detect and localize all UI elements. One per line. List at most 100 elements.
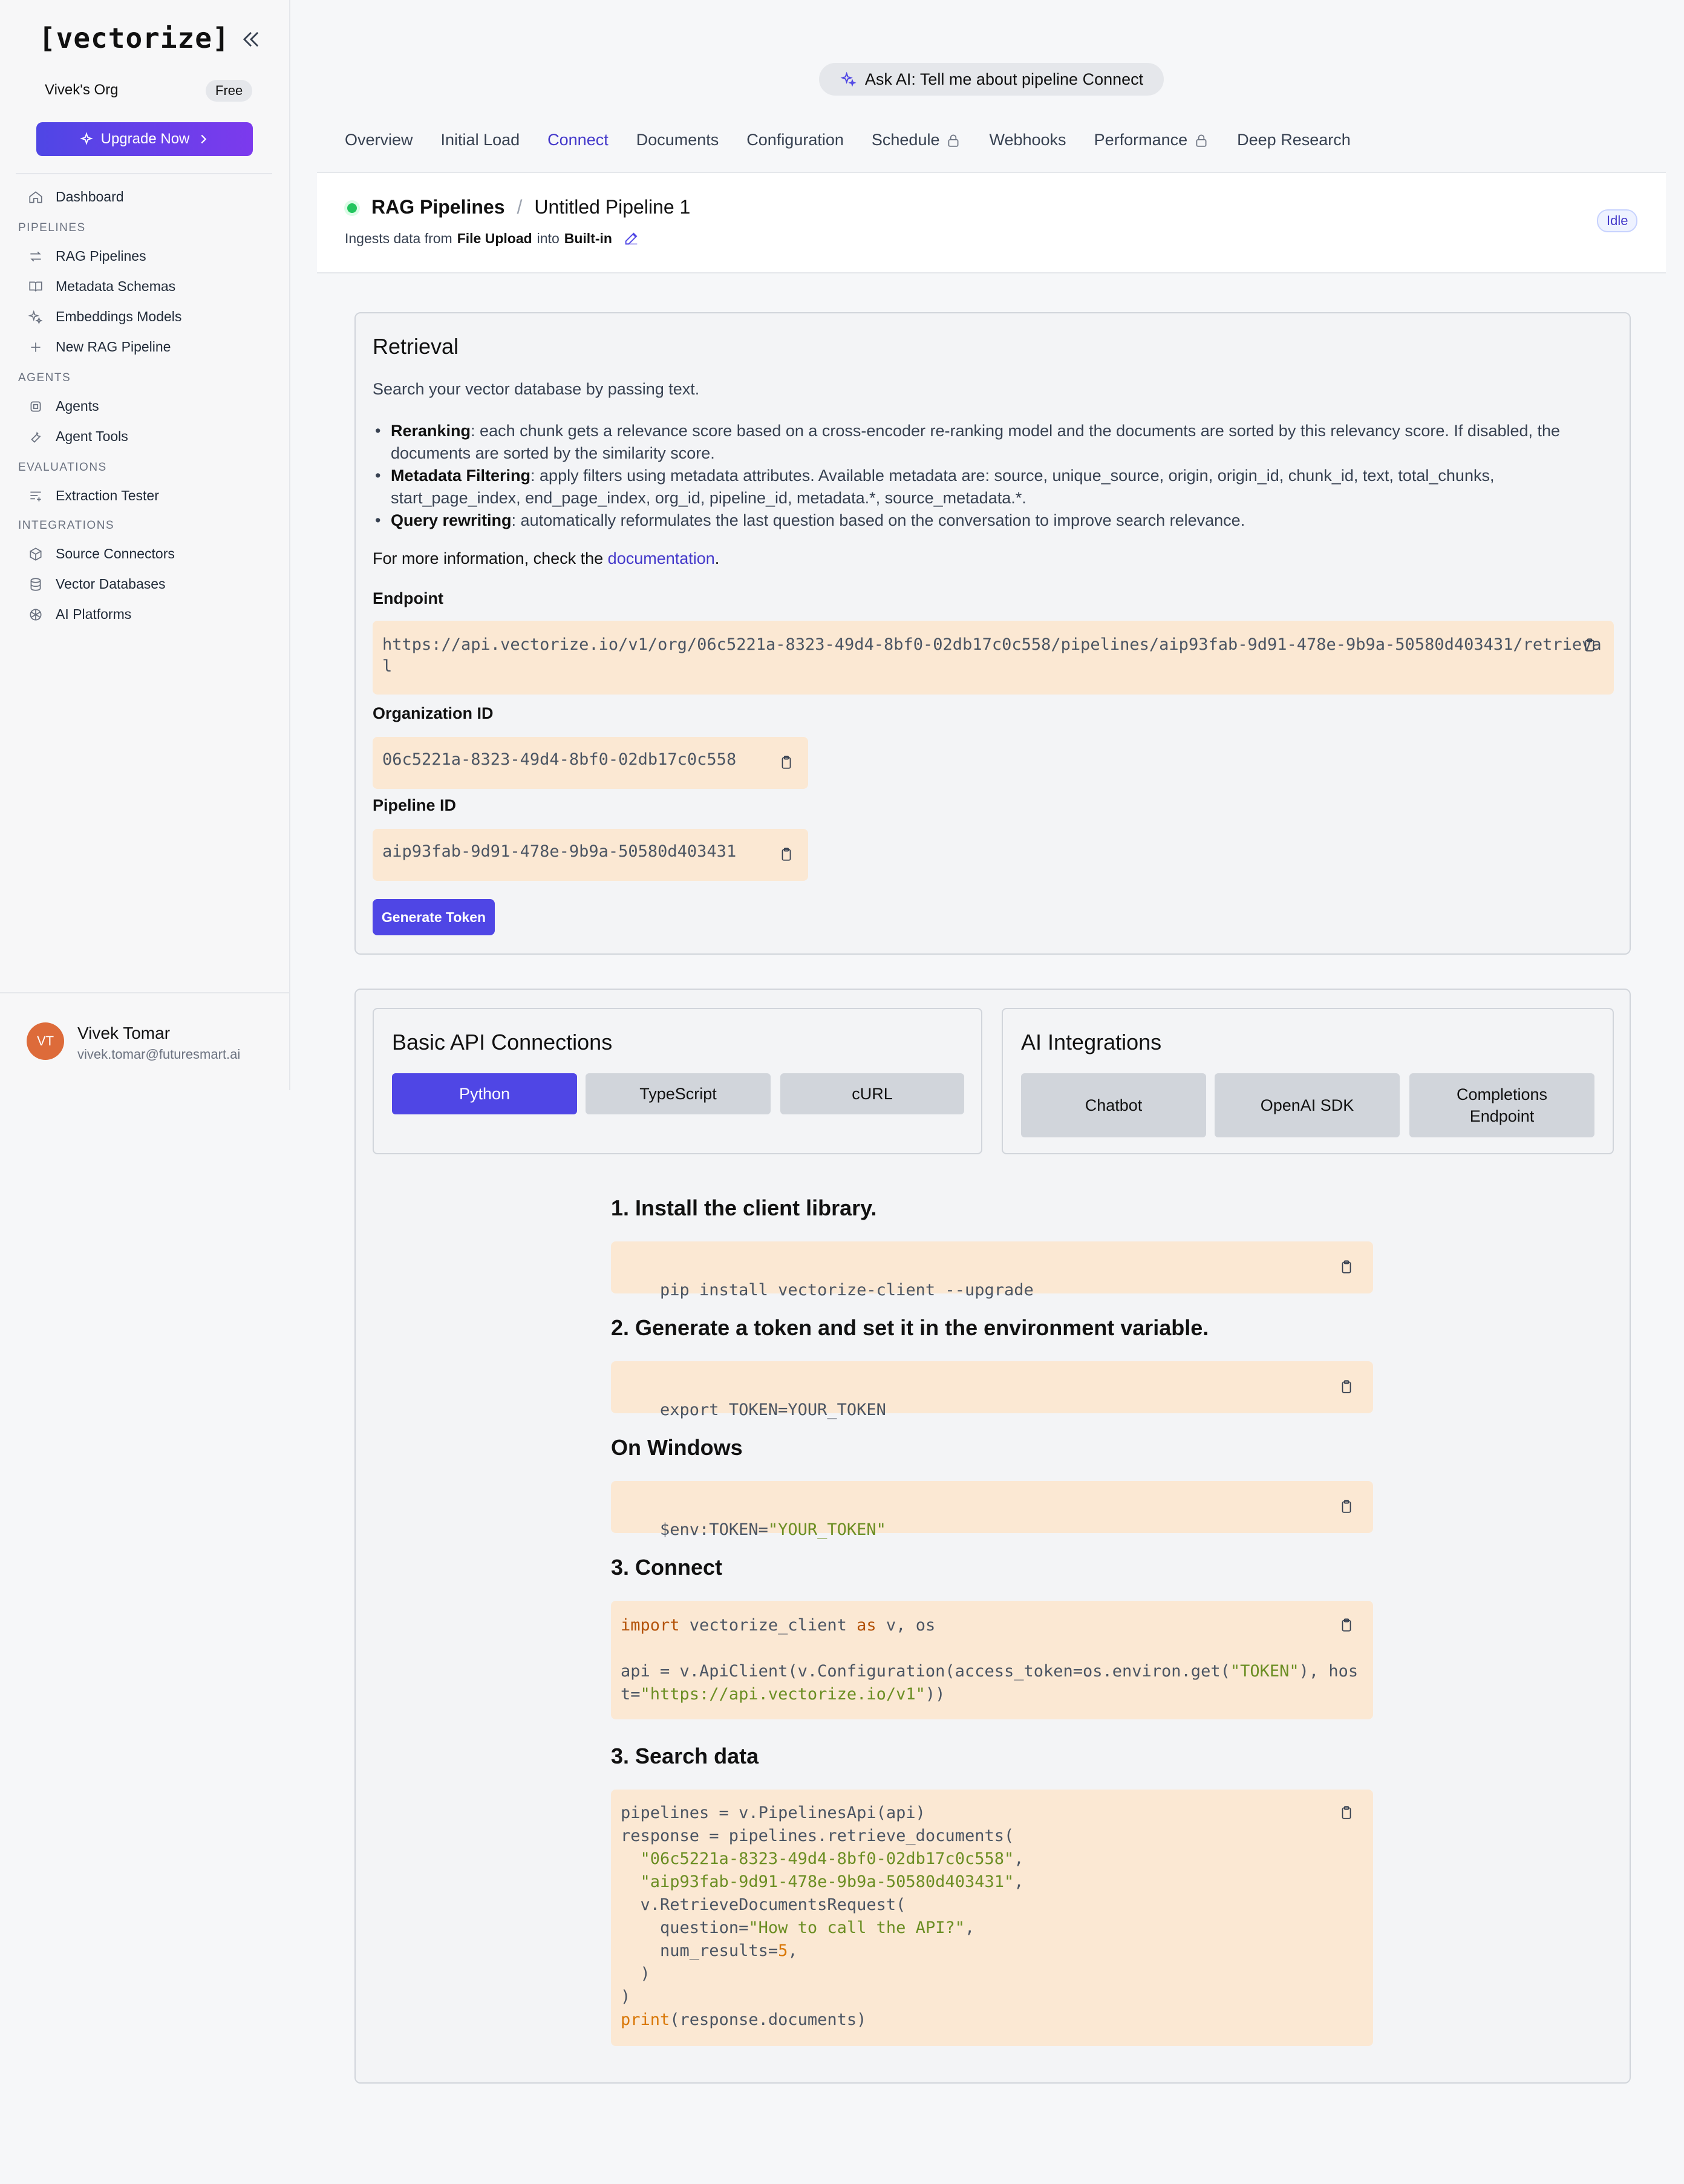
sidebar-item-label: Vector Databases — [56, 576, 166, 592]
copy-button[interactable] — [773, 841, 800, 868]
pipeline-id-label: Pipeline ID — [373, 796, 457, 814]
upgrade-label: Upgrade Now — [100, 131, 190, 147]
sidebar: [vectorize] Vivek's Org Free Upgrade Now… — [0, 0, 290, 1090]
code-line: ) — [621, 1987, 631, 2006]
code-text: ), hos — [1299, 1662, 1359, 1681]
sidebar-item-agents[interactable]: Agents — [28, 398, 99, 414]
sidebar-item-label: Agents — [56, 398, 99, 414]
sidebar-item-label: RAG Pipelines — [56, 248, 146, 264]
tab-initial-load[interactable]: Initial Load — [441, 131, 520, 149]
sidebar-item-label: Metadata Schemas — [56, 278, 176, 294]
option-openai-sdk[interactable]: OpenAI SDK — [1215, 1073, 1400, 1137]
option-chatbot[interactable]: Chatbot — [1021, 1073, 1206, 1137]
code-line: pip install vectorize-client --upgrade — [660, 1281, 1034, 1300]
ingest-summary: Ingests data from File Upload into Built… — [345, 230, 640, 247]
code-line: pipelines = v.PipelinesApi(api) — [621, 1803, 925, 1822]
ingest-mid: into — [537, 230, 560, 246]
copy-button[interactable] — [1333, 1254, 1360, 1280]
sidebar-item-embeddings-models[interactable]: Embeddings Models — [28, 309, 181, 325]
breadcrumb-rag-pipelines[interactable]: RAG Pipelines — [371, 196, 505, 218]
clipboard-icon — [1342, 1500, 1351, 1513]
option-typescript[interactable]: TypeScript — [586, 1073, 771, 1114]
sidebar-item-agent-tools[interactable]: Agent Tools — [28, 428, 128, 445]
organization-id-field[interactable]: 06c5221a-8323-49d4-8bf0-02db17c0c558 — [373, 737, 808, 789]
code-line: ) — [621, 1963, 1363, 1986]
code-number: 5 — [778, 1941, 788, 1960]
tab-webhooks[interactable]: Webhooks — [989, 131, 1066, 149]
pipeline-id-field[interactable]: aip93fab-9d91-478e-9b9a-50580d403431 — [373, 829, 808, 881]
sidebar-item-vector-databases[interactable]: Vector Databases — [28, 576, 166, 592]
copy-button[interactable] — [1333, 1799, 1360, 1826]
sidebar-item-dashboard[interactable]: Dashboard — [28, 189, 124, 205]
sidebar-item-extraction-tester[interactable]: Extraction Tester — [28, 488, 159, 504]
org-name[interactable]: Vivek's Org — [45, 82, 119, 99]
endpoint-field[interactable]: https://api.vectorize.io/v1/org/06c5221a… — [373, 621, 1614, 695]
step-windows-title: On Windows — [611, 1435, 743, 1460]
basic-api-connections: Basic API Connections Python TypeScript … — [373, 1008, 982, 1154]
code-keyword: as — [857, 1616, 876, 1635]
tab-connect[interactable]: Connect — [547, 131, 609, 149]
list-item: Metadata Filtering: apply filters using … — [373, 465, 1607, 509]
clipboard-icon — [1342, 1380, 1351, 1393]
ask-ai-button[interactable]: Ask AI: Tell me about pipeline Connect — [819, 63, 1164, 96]
option-python[interactable]: Python — [392, 1073, 577, 1114]
code-line: print(response.documents) — [621, 2009, 1363, 2032]
connections-card: Basic API Connections Python TypeScript … — [354, 989, 1631, 2084]
sidebar-item-label: Embeddings Models — [56, 309, 182, 324]
avatar: VT — [27, 1022, 64, 1060]
copy-button[interactable] — [773, 749, 800, 776]
sidebar-item-rag-pipelines[interactable]: RAG Pipelines — [28, 248, 146, 264]
search-code-block[interactable]: pipelines = v.PipelinesApi(api) response … — [611, 1790, 1373, 2046]
retrieval-card: Retrieval Search your vector database by… — [354, 312, 1631, 955]
edit-icon[interactable] — [623, 230, 640, 247]
copy-button[interactable] — [1576, 632, 1603, 658]
tab-schedule[interactable]: Schedule — [872, 131, 962, 149]
step-connect-title: 3. Connect — [611, 1555, 723, 1580]
install-code-block[interactable]: pip install vectorize-client --upgrade — [611, 1241, 1373, 1300]
option-curl[interactable]: cURL — [780, 1073, 964, 1114]
logo[interactable]: [vectorize] — [39, 22, 230, 54]
sidebar-item-label: Source Connectors — [56, 546, 175, 561]
code-line: api = v.ApiClient(v.Configuration(access… — [621, 1660, 1363, 1683]
section-integrations: INTEGRATIONS — [18, 519, 115, 532]
code-text: question= — [660, 1918, 749, 1937]
status-dot — [347, 203, 357, 213]
sidebar-item-label: Agent Tools — [56, 428, 128, 444]
generate-token-button[interactable]: Generate Token — [373, 899, 495, 935]
sidebar-item-source-connectors[interactable]: Source Connectors — [28, 546, 175, 562]
upgrade-button[interactable]: Upgrade Now — [36, 122, 253, 156]
ask-ai-label: Ask AI: Tell me about pipeline Connect — [864, 70, 1144, 88]
feature-term: Query rewriting — [391, 511, 512, 529]
collapse-sidebar-icon[interactable] — [240, 28, 263, 51]
copy-button[interactable] — [1333, 1493, 1360, 1520]
feature-term: Metadata Filtering — [391, 466, 531, 485]
ingest-destination: Built-in — [564, 230, 612, 246]
code-line: question="How to call the API?", — [660, 1918, 975, 1937]
tab-documents[interactable]: Documents — [636, 131, 719, 149]
sidebar-item-ai-platforms[interactable]: AI Platforms — [28, 606, 131, 623]
option-completions-endpoint[interactable]: Completions Endpoint — [1409, 1073, 1594, 1137]
connect-code-block[interactable]: import vectorize_client as v, os api = v.… — [611, 1601, 1373, 1719]
step-search-title: 3. Search data — [611, 1744, 759, 1768]
token-code-block[interactable]: export TOKEN=YOUR_TOKEN — [611, 1361, 1373, 1419]
sidebar-item-metadata-schemas[interactable]: Metadata Schemas — [28, 278, 175, 295]
user-name: Vivek Tomar — [77, 1024, 171, 1042]
copy-button[interactable] — [1333, 1612, 1360, 1638]
sidebar-item-label: AI Platforms — [56, 606, 132, 622]
ai-integrations: AI Integrations Chatbot OpenAI SDK Compl… — [1002, 1008, 1614, 1154]
cube-icon — [30, 547, 42, 561]
list-item: Reranking: each chunk gets a relevance s… — [373, 420, 1607, 465]
tab-configuration[interactable]: Configuration — [746, 131, 844, 149]
copy-button[interactable] — [1333, 1373, 1360, 1400]
tab-performance[interactable]: Performance — [1094, 131, 1210, 149]
tab-overview[interactable]: Overview — [345, 131, 413, 149]
openai-icon — [30, 608, 42, 621]
sidebar-item-new-rag-pipeline[interactable]: New RAG Pipeline — [28, 339, 171, 355]
windows-code-block[interactable]: $env:TOKEN="YOUR_TOKEN" — [611, 1481, 1373, 1539]
user-profile[interactable]: VT Vivek Tomar vivek.tomar@futuresmart.a… — [0, 992, 289, 1090]
documentation-link[interactable]: documentation — [608, 549, 715, 567]
sparkle-icon — [79, 132, 93, 145]
tab-deep-research[interactable]: Deep Research — [1237, 131, 1351, 149]
code-text: (response.documents) — [670, 2010, 867, 2029]
pipeline-name[interactable]: Untitled Pipeline 1 — [534, 196, 690, 218]
